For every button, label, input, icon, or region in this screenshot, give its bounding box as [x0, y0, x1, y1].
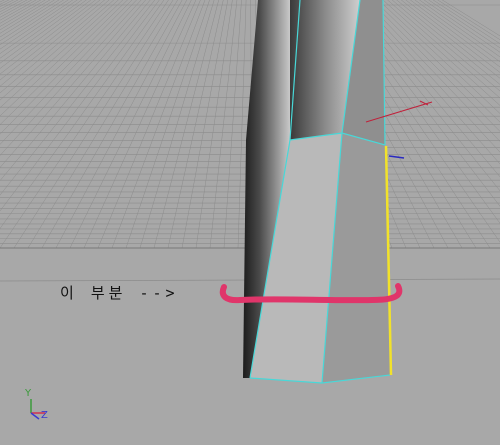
grid-line	[27, 0, 178, 249]
grid-line	[209, 0, 238, 249]
annotation-text: 이 부분 -->	[60, 284, 179, 302]
grid-line	[69, 0, 192, 249]
grid-line	[97, 0, 201, 249]
grid-line	[139, 0, 215, 249]
grid-line	[41, 0, 183, 249]
grid-line	[125, 0, 210, 249]
grid-line	[13, 0, 174, 249]
3d-viewport[interactable]: 이 부분 --> Y Z	[0, 0, 500, 445]
scene-canvas[interactable]	[0, 0, 500, 445]
grid-line	[111, 0, 206, 249]
grid-line	[181, 0, 229, 249]
axis-z-label: Z	[41, 410, 48, 421]
axis-y-label: Y	[25, 388, 32, 399]
grid-line	[153, 0, 219, 249]
pillar-mesh[interactable]	[243, 0, 393, 384]
